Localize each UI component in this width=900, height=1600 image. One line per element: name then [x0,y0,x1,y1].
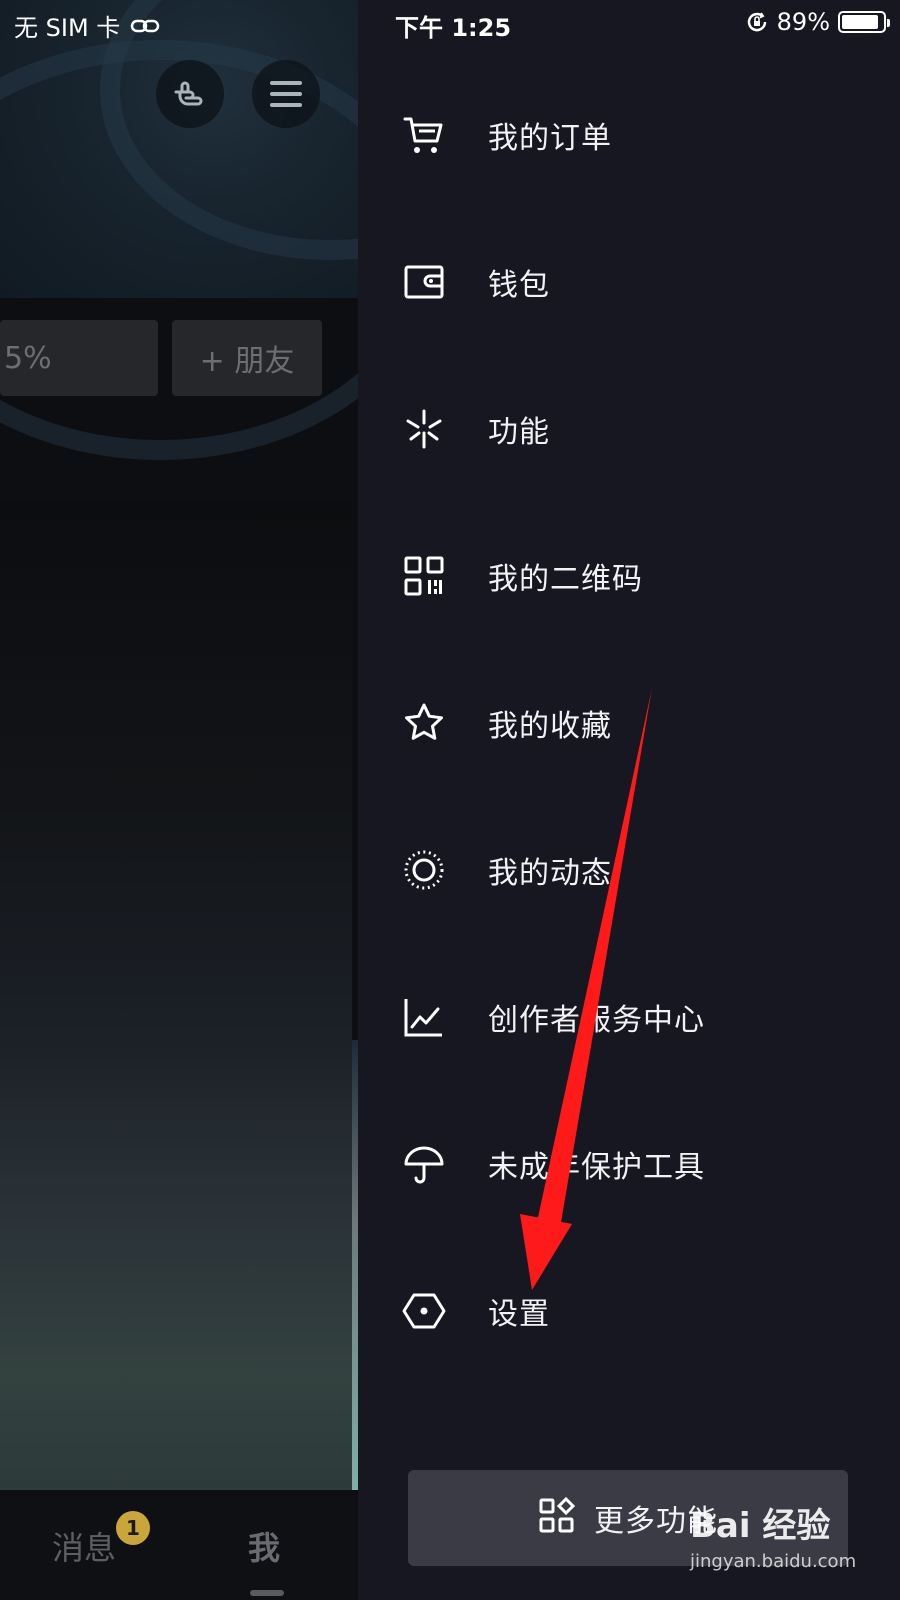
message-badge: 1 [116,1511,150,1545]
hand-pointer-icon [174,81,203,106]
rotation-lock-icon [747,12,766,32]
menu-button[interactable] [252,60,320,128]
menu-item-favorites[interactable]: 我的收藏 [358,668,900,778]
umbrella-icon [402,1142,446,1186]
menu-item-settings[interactable]: 设置 [358,1256,900,1366]
status-bar: 无 SIM 卡 下午 1:25 89% [0,0,900,46]
sparkle-icon [402,407,446,451]
profile-percent-text: 5% [4,340,52,376]
carrier-text: 无 SIM 卡 [14,14,121,42]
menu-label: 我的订单 [488,121,612,156]
moments-icon [402,848,446,892]
background-profile-page: 5% + 朋友 消息 1 我 [0,0,358,1600]
menu-label: 钱包 [488,268,550,303]
chart-icon [402,995,446,1039]
menu-label: 我的收藏 [488,709,612,744]
menu-item-creator-center[interactable]: 创作者服务中心 [358,962,900,1072]
battery-icon [838,11,890,33]
side-drawer: 我的订单 钱包 功能 我的二维码 我的收藏 我的动态 创作者服务中心 未成年保护… [358,0,900,1600]
menu-item-minor-protection[interactable]: 未成年保护工具 [358,1109,900,1219]
menu-label: 未成年保护工具 [488,1150,705,1185]
tab-me-indicator [250,1590,284,1596]
watermark-url: jingyan.baidu.com [690,1551,857,1572]
profile-video-thumbnail[interactable] [0,500,352,1490]
menu-label: 创作者服务中心 [488,1003,705,1038]
menu-item-qrcode[interactable]: 我的二维码 [358,521,900,631]
battery-percent: 89% [776,8,830,36]
menu-item-wallet[interactable]: 钱包 [358,227,900,337]
settings-hex-icon [402,1289,446,1333]
menu-item-features[interactable]: 功能 [358,374,900,484]
watermark-logo: Bai 经验 [690,1506,831,1546]
add-friend-button[interactable]: + 朋友 [172,320,322,396]
add-friend-label: + 朋友 [199,344,295,379]
link-icon [131,19,160,32]
cart-icon [402,113,446,157]
menu-item-moments[interactable]: 我的动态 [358,815,900,925]
baidu-jingyan-watermark: Bai 经验 jingyan.baidu.com [690,1498,890,1588]
status-time: 下午 1:25 [395,14,512,42]
menu-label: 设置 [488,1297,550,1332]
star-icon [402,701,446,745]
menu-item-orders[interactable]: 我的订单 [358,80,900,190]
menu-label: 功能 [488,415,550,450]
qrcode-icon [402,554,446,598]
tab-messages[interactable]: 消息 [52,1523,116,1569]
profile-stat-chip[interactable]: 5% [0,320,158,396]
tab-me[interactable]: 我 [248,1523,280,1569]
hand-pointer-button[interactable] [156,60,224,128]
menu-label: 我的动态 [488,856,612,891]
menu-label: 我的二维码 [488,562,643,597]
hamburger-icon [270,81,302,107]
grid-icon [538,1496,576,1539]
wallet-icon [402,260,446,304]
